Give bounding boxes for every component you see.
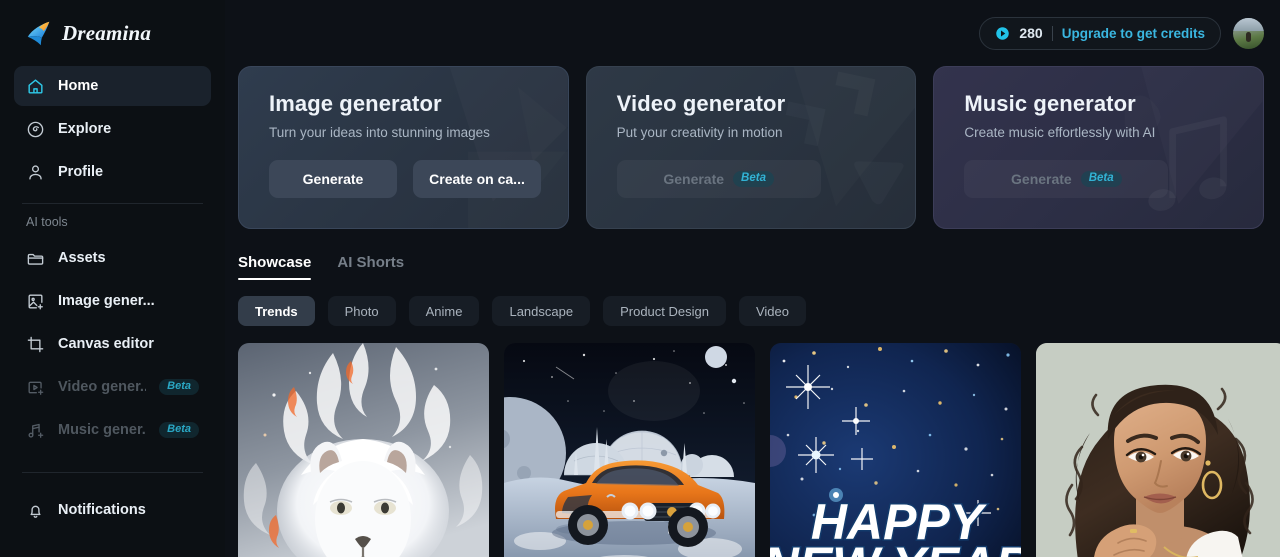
sidebar-item-explore[interactable]: Explore (14, 109, 211, 149)
sidebar-item-label: Video gener... (58, 379, 147, 395)
avatar[interactable] (1233, 17, 1264, 49)
chip-photo[interactable]: Photo (327, 296, 396, 326)
card-subtitle: Create music effortlessly with AI (964, 125, 1156, 140)
sidebar-item-label: Notifications (58, 502, 146, 518)
chip-label: Video (755, 303, 789, 319)
sidebar-item-label: Music gener... (58, 422, 147, 438)
sidebar-item-image-generator[interactable]: Image gener... (14, 281, 211, 321)
credit-coin-icon (995, 26, 1010, 41)
chip-label: Landscape (509, 303, 574, 319)
sidebar-item-music-generator[interactable]: Music gener... Beta (14, 410, 211, 450)
sidebar-item-notifications[interactable]: Notifications (14, 490, 211, 530)
chip-label: Photo (344, 303, 379, 319)
create-on-canvas-button[interactable]: Create on ca... (413, 160, 541, 198)
sidebar-divider-bottom (22, 472, 203, 473)
sidebar-divider-top (22, 203, 203, 204)
card-buttons: Generate Beta (964, 160, 1263, 198)
sidebar-item-canvas-editor[interactable]: Canvas editor (14, 324, 211, 364)
credits-pill[interactable]: 280 Upgrade to get credits (979, 16, 1221, 50)
beta-badge: Beta (733, 170, 774, 188)
video-generate-button[interactable]: Generate Beta (616, 160, 821, 198)
video-generator-card[interactable]: Video generator Put your creativity in m… (585, 66, 917, 229)
sidebar-item-label: Image gener... (58, 293, 155, 309)
generator-cards: Image generator Turn your ideas into stu… (225, 66, 1280, 229)
sidebar-section-label: AI tools (26, 215, 68, 229)
canvas-crop-icon (26, 335, 45, 354)
sidebar-item-home[interactable]: Home (14, 66, 211, 106)
chip-label: Product Design (620, 303, 709, 319)
sidebar-item-assets[interactable]: Assets (14, 238, 211, 278)
white-lion-flame-mane (238, 343, 489, 557)
tab-ai-shorts[interactable]: AI Shorts (337, 254, 404, 280)
card-subtitle: Put your creativity in motion (616, 125, 783, 140)
gallery-item-moon-car[interactable] (504, 343, 755, 557)
dreamina-logo-icon (24, 18, 54, 48)
sidebar: Dreamina Home Explore Profile AI tools A… (0, 0, 225, 557)
folder-icon (26, 249, 45, 268)
tab-showcase[interactable]: Showcase (238, 254, 312, 280)
card-title: Video generator (616, 91, 786, 116)
beta-badge: Beta (159, 379, 199, 395)
card-title: Image generator (269, 91, 442, 116)
pill-separator (1051, 25, 1053, 41)
card-buttons: Generate Create on ca... (269, 160, 568, 198)
beta-badge: Beta (1080, 170, 1122, 188)
button-label: Generate (1011, 171, 1072, 187)
main-content: 280 Upgrade to get credits Image generat… (225, 0, 1280, 557)
tab-label: AI Shorts (337, 254, 405, 271)
orange-car-moon-domes (504, 343, 755, 557)
gallery-item-happy-new-year[interactable]: HAPPY NEW YEAR (770, 343, 1021, 557)
filter-chips: Trends Photo Anime Landscape Product Des… (225, 280, 1280, 326)
person-icon (26, 163, 45, 182)
music-generator-card[interactable]: Music generator Create music effortlessl… (933, 66, 1265, 229)
chip-product-design[interactable]: Product Design (603, 296, 726, 326)
sidebar-item-label: Explore (58, 121, 112, 137)
chip-video[interactable]: Video (738, 296, 806, 326)
button-label: Generate (302, 171, 364, 187)
top-bar: 280 Upgrade to get credits (225, 0, 1280, 66)
music-generate-button[interactable]: Generate Beta (964, 160, 1169, 198)
home-icon (26, 77, 45, 96)
music-plus-icon (26, 421, 45, 440)
card-subtitle: Turn your ideas into stunning images (269, 125, 490, 140)
brand-name: Dreamina (62, 20, 152, 45)
gallery-item-portrait[interactable] (1036, 343, 1280, 557)
chip-landscape[interactable]: Landscape (492, 296, 591, 326)
sidebar-item-label: Canvas editor (58, 336, 154, 352)
sidebar-item-label: Home (58, 78, 99, 94)
sidebar-item-label: Assets (58, 250, 106, 266)
image-generator-card[interactable]: Image generator Turn your ideas into stu… (238, 66, 569, 229)
chip-anime[interactable]: Anime (408, 296, 480, 326)
button-label: Create on ca... (429, 171, 525, 187)
app-root: Dreamina Home Explore Profile AI tools A… (0, 0, 1280, 557)
image-generate-button[interactable]: Generate (269, 160, 397, 198)
credits-amount: 280 (1019, 25, 1043, 41)
woman-portrait-curly-hair (1036, 343, 1280, 557)
svg-text:NEW YEAR: NEW YEAR (770, 537, 1021, 557)
video-plus-icon (26, 378, 45, 397)
gallery-item-white-lion[interactable] (238, 343, 489, 557)
happy-new-year-stars: HAPPY NEW YEAR (770, 343, 1021, 557)
compass-icon (26, 120, 45, 139)
brand-logo[interactable]: Dreamina (14, 0, 211, 66)
card-buttons: Generate Beta (616, 160, 916, 198)
tab-label: Showcase (238, 254, 312, 271)
sidebar-item-profile[interactable]: Profile (14, 152, 211, 192)
bell-icon (26, 501, 45, 520)
card-title: Music generator (964, 91, 1136, 116)
beta-badge: Beta (159, 422, 199, 438)
image-plus-icon (26, 292, 45, 311)
upgrade-link[interactable]: Upgrade to get credits (1062, 26, 1205, 41)
sidebar-item-video-generator[interactable]: Video gener... Beta (14, 367, 211, 407)
chip-trends[interactable]: Trends (238, 296, 315, 326)
chip-label: Trends (255, 303, 298, 319)
button-label: Generate (663, 171, 725, 187)
sidebar-item-label: Profile (58, 164, 104, 180)
showcase-gallery: HAPPY NEW YEAR (225, 326, 1280, 557)
chip-label: Anime (425, 303, 463, 319)
content-tabs: Showcase AI Shorts (225, 229, 1280, 280)
